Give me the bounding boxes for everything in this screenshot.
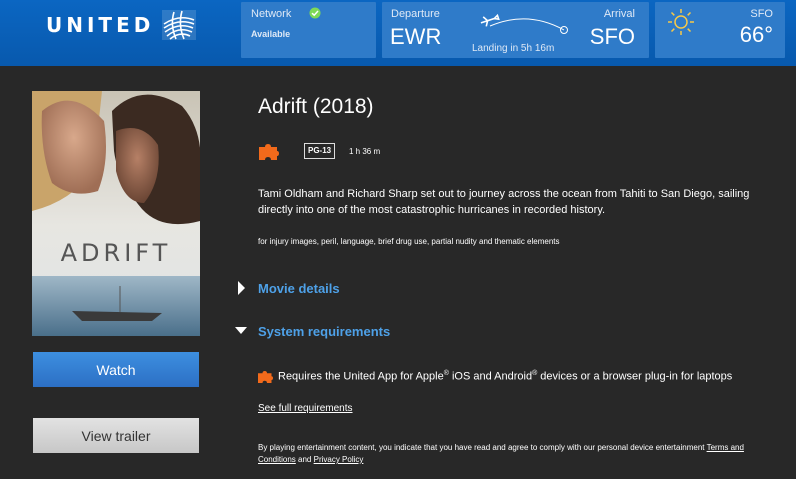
requirements-text-1: Requires the United App for Apple xyxy=(278,370,444,383)
requirements-text: Requires the United App for Apple® iOS a… xyxy=(278,370,732,383)
departure-code: EWR xyxy=(390,24,442,49)
view-trailer-button[interactable]: View trailer xyxy=(33,418,199,453)
flight-card[interactable]: Departure EWR Landing in 5h 16m Arrival … xyxy=(382,2,649,58)
logo-text: UNITED xyxy=(46,13,155,37)
legal-text: By playing entertainment content, you in… xyxy=(258,443,707,452)
weather-city: SFO xyxy=(750,8,773,20)
puzzle-icon xyxy=(258,371,273,383)
weather-temp: 66° xyxy=(739,22,773,47)
chevron-down-icon[interactable] xyxy=(235,327,247,334)
movie-title: Adrift (2018) xyxy=(258,95,374,118)
puzzle-icon xyxy=(259,144,279,160)
poster-title: ADRIFT xyxy=(60,239,172,267)
weather-card[interactable]: SFO 66° xyxy=(655,2,785,58)
united-logo: UNITED xyxy=(46,10,197,40)
network-status: Available xyxy=(251,29,291,39)
legal-notice: By playing entertainment content, you in… xyxy=(258,442,778,466)
sun-icon xyxy=(668,9,694,35)
departure-label: Departure xyxy=(391,8,440,20)
legal-and: and xyxy=(295,455,314,464)
watch-button[interactable]: Watch xyxy=(33,352,199,387)
arrival-code: SFO xyxy=(589,24,635,49)
top-bar: UNITED Network Available Departure EWR L… xyxy=(0,0,796,66)
movie-details-toggle[interactable]: Movie details xyxy=(258,281,340,296)
flight-path xyxy=(480,13,568,34)
rating-badge: PG-13 xyxy=(304,143,336,159)
movie-poster: ADRIFT xyxy=(32,91,200,336)
requirements-text-2: iOS and Android xyxy=(448,370,533,383)
landing-time: Landing in 5h 16m xyxy=(472,43,555,54)
network-label: Network xyxy=(251,8,292,20)
united-globe-icon xyxy=(162,10,197,40)
network-card[interactable]: Network Available xyxy=(241,2,376,58)
requirements-text-3: devices or a browser plug-in for laptops xyxy=(537,370,733,383)
see-full-requirements-link[interactable]: See full requirements xyxy=(258,403,353,414)
movie-description: Tami Oldham and Richard Sharp set out to… xyxy=(258,188,750,216)
chevron-right-icon[interactable] xyxy=(238,281,245,295)
rating-advisory: for injury images, peril, language, brie… xyxy=(258,237,560,246)
arrival-label: Arrival xyxy=(603,8,635,20)
movie-duration: 1 h 36 m xyxy=(349,147,381,156)
system-requirements-toggle[interactable]: System requirements xyxy=(258,324,390,339)
plane-icon xyxy=(480,13,500,27)
check-circle-icon xyxy=(309,7,321,19)
poster-artwork xyxy=(32,91,200,336)
privacy-policy-link[interactable]: Privacy Policy xyxy=(314,455,364,464)
